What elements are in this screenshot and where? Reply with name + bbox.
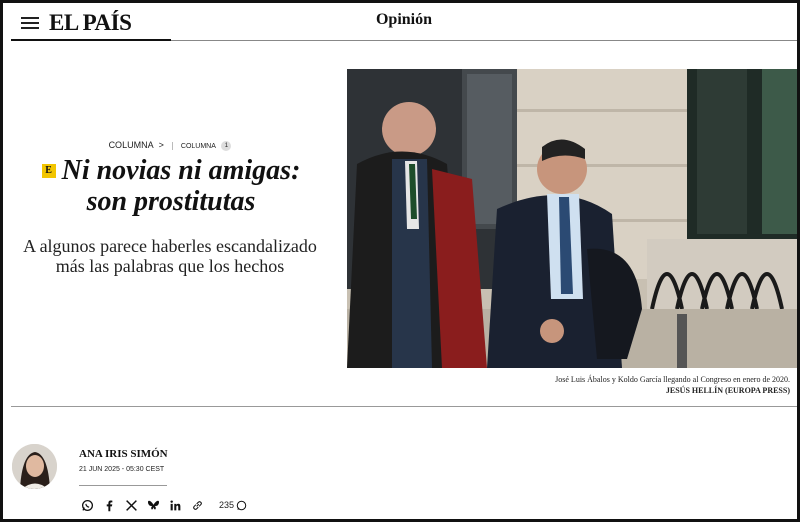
photo-caption: José Luis Ábalos y Koldo García llegando… [350, 374, 790, 396]
breadcrumb-separator: > [158, 140, 164, 150]
share-bar: 235 [79, 496, 247, 514]
breadcrumb-category[interactable]: COLUMNA [109, 140, 154, 150]
comment-icon [236, 500, 247, 510]
content-divider [11, 406, 797, 407]
comments-button[interactable]: 235 [219, 500, 247, 511]
publish-date: 21 JUN 2025 - 05:30 CEST [79, 466, 165, 473]
headline-text: Ni novias ni amigas: son prostitutas [61, 155, 301, 217]
article-photo[interactable] [347, 69, 797, 368]
photo-credit: JESÚS HELLÍN (EUROPA PRESS) [665, 386, 790, 395]
author-avatar[interactable] [12, 444, 57, 489]
author-name[interactable]: ANA IRIS SIMÓN [79, 448, 168, 460]
header-divider-accent [11, 39, 171, 41]
author-divider [79, 485, 167, 486]
page-frame: EL PAÍS Opinión COLUMNA > COLUMNA 1 E Ni … [0, 0, 800, 522]
breadcrumb-bar [172, 141, 174, 150]
article-headline: E Ni novias ni amigas: son prostitutas [21, 155, 321, 217]
comments-count: 235 [219, 500, 235, 510]
bluesky-icon[interactable] [145, 497, 161, 513]
article-subheadline: A algunos parece haberles escandalizado … [23, 236, 317, 276]
whatsapp-icon[interactable] [79, 497, 95, 513]
site-header: EL PAÍS Opinión [11, 8, 797, 41]
facebook-icon[interactable] [101, 497, 117, 513]
x-icon[interactable] [123, 497, 139, 513]
link-icon[interactable] [189, 497, 205, 513]
caption-text: José Luis Ábalos y Koldo García llegando… [555, 375, 790, 384]
section-title[interactable]: Opinión [11, 11, 797, 29]
breadcrumb: COLUMNA > COLUMNA 1 [3, 140, 337, 151]
linkedin-icon[interactable] [167, 497, 183, 513]
exclusive-badge: E [41, 164, 56, 178]
breadcrumb-subcategory[interactable]: COLUMNA [181, 143, 216, 150]
breadcrumb-count-badge: 1 [221, 140, 232, 151]
